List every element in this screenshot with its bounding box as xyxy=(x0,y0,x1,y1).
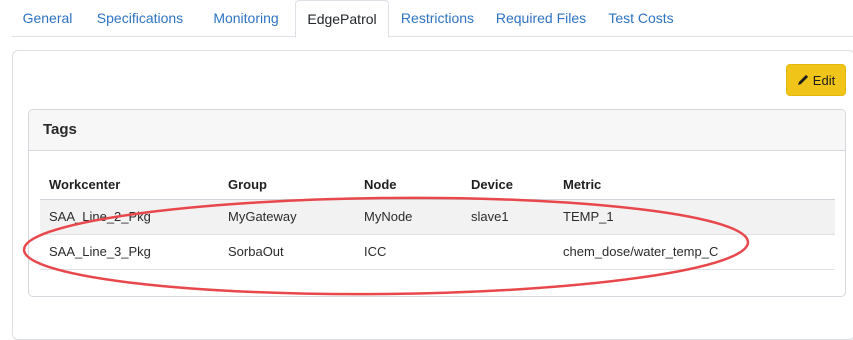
cell-node: ICC xyxy=(364,244,387,259)
column-header-metric: Metric xyxy=(563,177,602,192)
cell-metric: chem_dose/water_temp_C xyxy=(563,244,719,259)
column-header-node: Node xyxy=(364,177,397,192)
cell-device: slave1 xyxy=(471,209,509,224)
cell-workcenter: SAA_Line_3_Pkg xyxy=(49,244,151,259)
tab-edgepatrol[interactable]: EdgePatrol xyxy=(295,0,389,38)
tab-specifications[interactable]: Specifications xyxy=(83,0,197,37)
edit-button[interactable]: Edit xyxy=(786,64,846,96)
column-header-workcenter: Workcenter xyxy=(49,177,121,192)
tags-card: Tags Workcenter Group Node Device Metric… xyxy=(28,109,846,297)
table-header-row: Workcenter Group Node Device Metric xyxy=(40,170,835,200)
tags-table: Workcenter Group Node Device Metric SAA_… xyxy=(40,170,835,270)
tab-general[interactable]: General xyxy=(12,0,83,37)
edit-button-label: Edit xyxy=(812,72,836,88)
tab-restrictions[interactable]: Restrictions xyxy=(389,0,486,37)
column-header-group: Group xyxy=(228,177,267,192)
cell-metric: TEMP_1 xyxy=(563,209,614,224)
table-row[interactable]: SAA_Line_2_Pkg MyGateway MyNode slave1 T… xyxy=(40,200,835,235)
tab-monitoring[interactable]: Monitoring xyxy=(197,0,295,37)
cell-group: SorbaOut xyxy=(228,244,284,259)
cell-workcenter: SAA_Line_2_Pkg xyxy=(49,209,151,224)
tab-required-files[interactable]: Required Files xyxy=(486,0,596,37)
cell-node: MyNode xyxy=(364,209,413,224)
tab-bar: General Specifications Monitoring EdgePa… xyxy=(12,0,853,38)
column-header-device: Device xyxy=(471,177,513,192)
tags-title: Tags xyxy=(29,110,845,151)
cell-group: MyGateway xyxy=(228,209,297,224)
table-row[interactable]: SAA_Line_3_Pkg SorbaOut ICC chem_dose/wa… xyxy=(40,235,835,270)
tab-test-costs[interactable]: Test Costs xyxy=(596,0,686,37)
pencil-icon xyxy=(797,74,808,85)
